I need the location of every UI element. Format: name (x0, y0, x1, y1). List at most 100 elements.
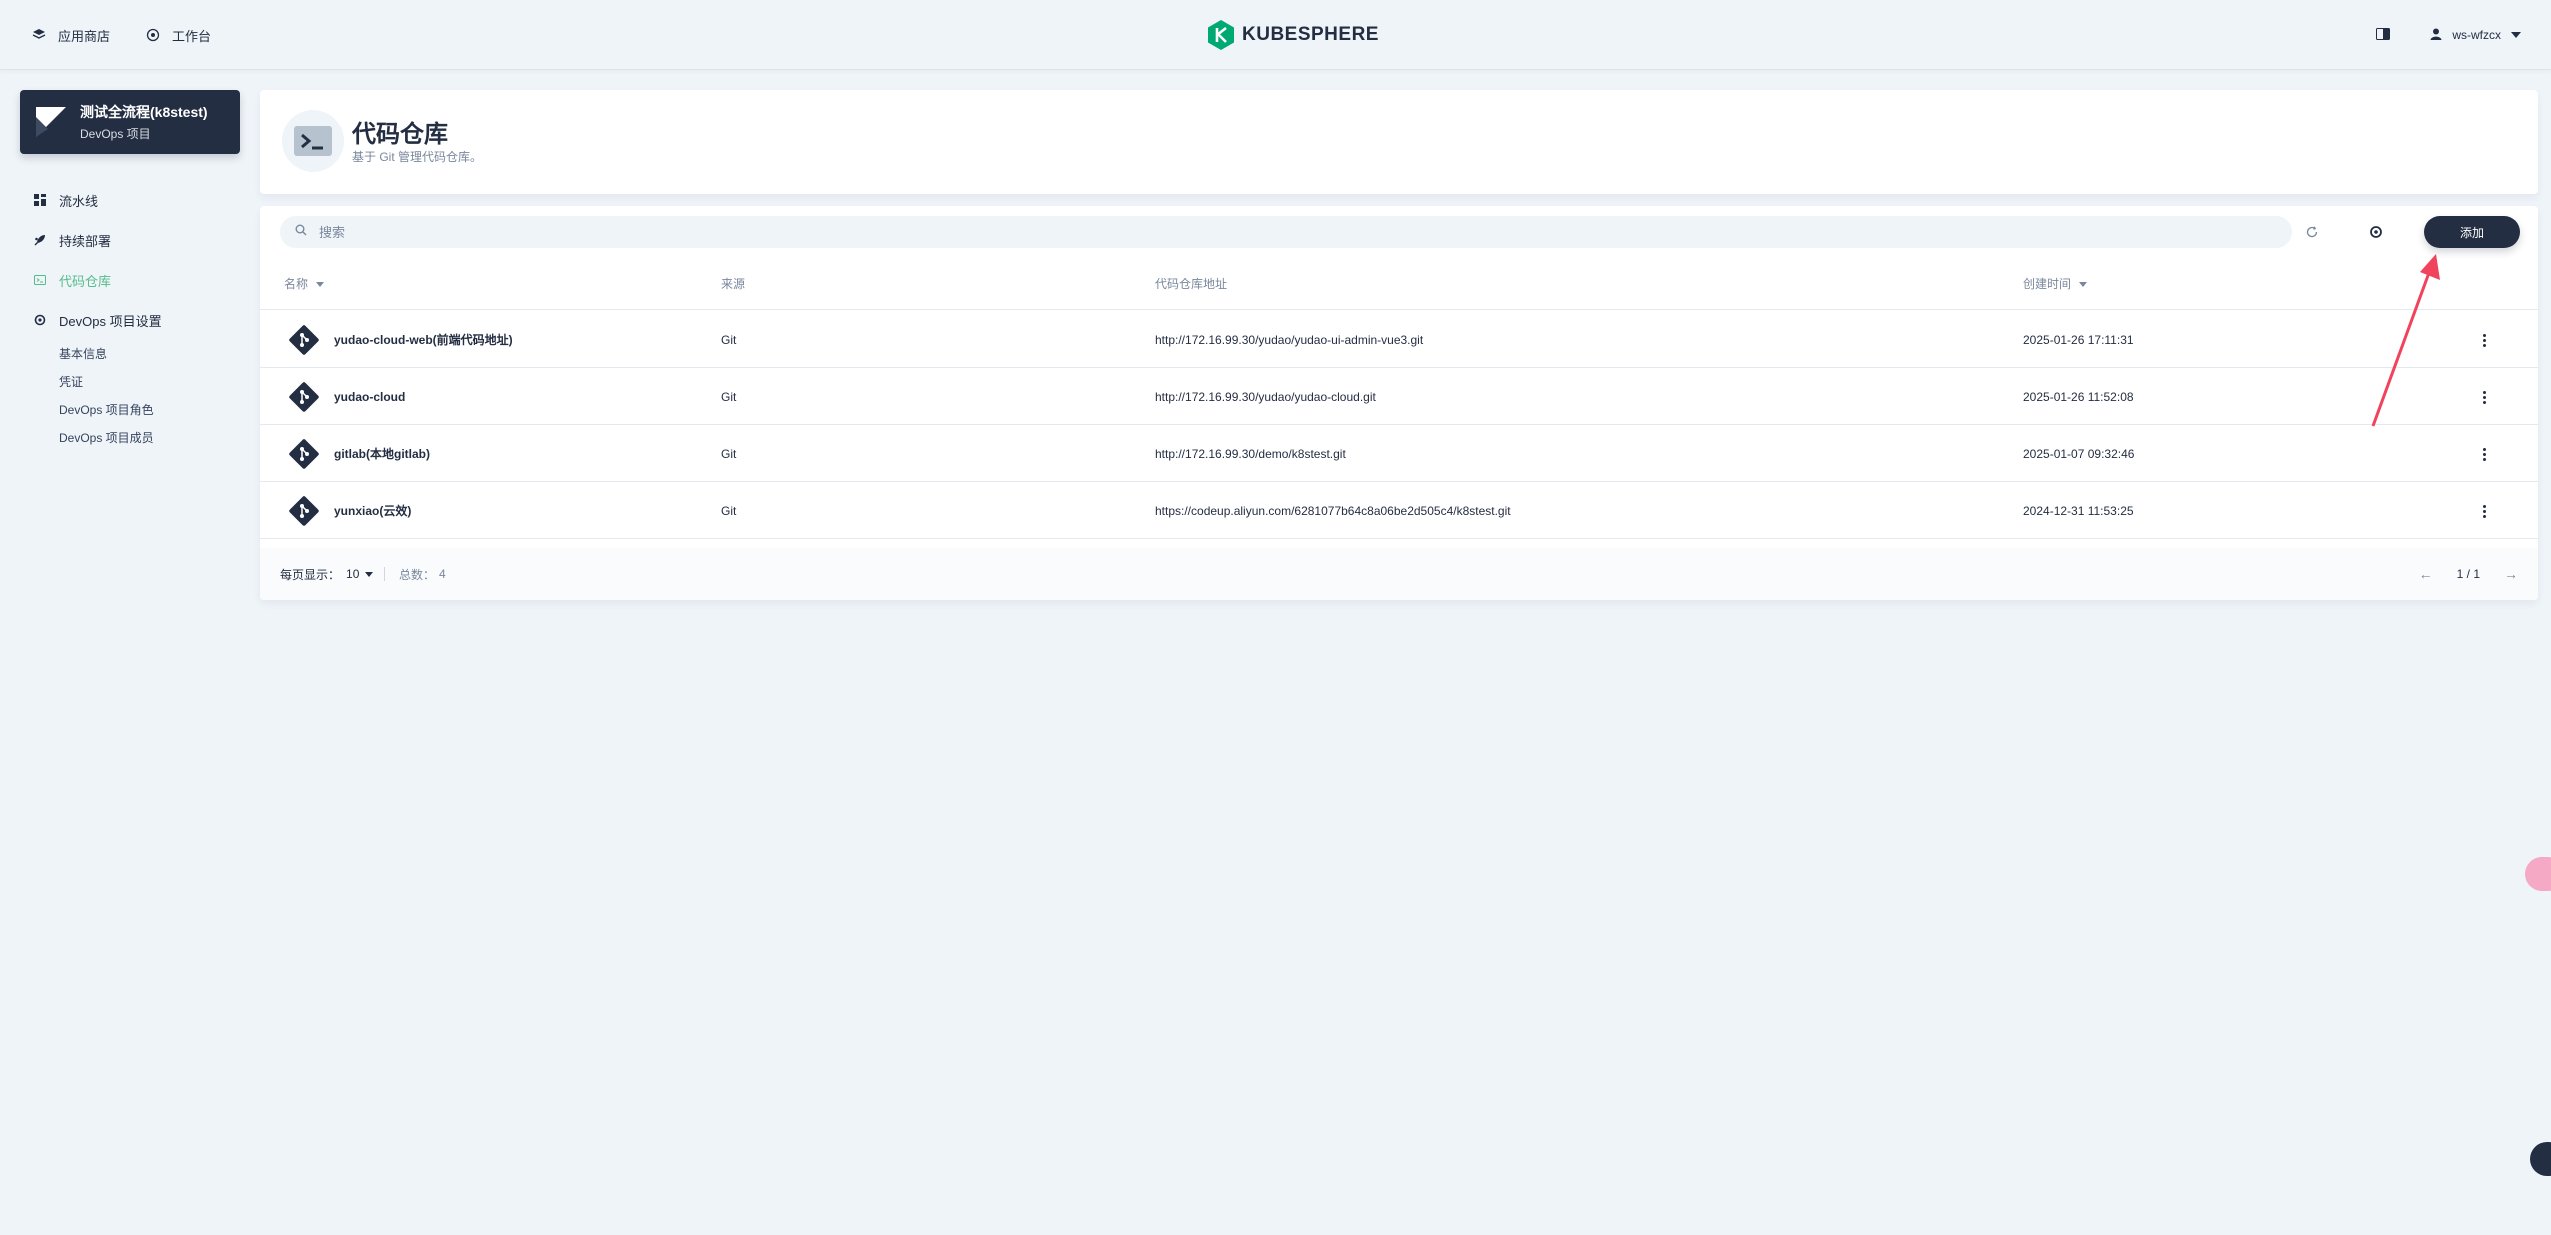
project-card[interactable]: 测试全流程(k8stest) DevOps 项目 (20, 90, 240, 154)
sidebar-subitem-basic-info[interactable]: 基本信息 (59, 340, 244, 368)
column-source: 来源 (721, 258, 745, 310)
page-header: 代码仓库 基于 Git 管理代码仓库。 (260, 90, 2538, 194)
total-count: 总数： 4 (384, 548, 446, 600)
project-subtitle: DevOps 项目 (80, 127, 151, 141)
top-nav: 应用商店 工作台 (32, 0, 211, 70)
column-url: 代码仓库地址 (1155, 258, 1227, 310)
more-actions-icon[interactable] (2474, 444, 2494, 464)
code-repo-icon (34, 274, 46, 286)
column-label: 代码仓库地址 (1155, 277, 1228, 291)
sidebar-item-devops-settings[interactable]: DevOps 项目设置 (34, 300, 244, 340)
top-nav-workbench-label: 工作台 (172, 28, 212, 44)
toggle-panel-icon[interactable] (2376, 27, 2391, 43)
repo-name-cell[interactable]: yudao-cloud (288, 368, 405, 425)
table-row[interactable]: yunxiao(云效) Git https://codeup.aliyun.co… (260, 482, 2538, 539)
repo-name: yudao-cloud-web(前端代码地址) (334, 333, 513, 347)
sidebar-item-code-repo[interactable]: 代码仓库 (34, 260, 244, 300)
table-row[interactable]: yudao-cloud Git http://172.16.99.30/yuda… (260, 368, 2538, 425)
terminal-icon (282, 110, 344, 172)
repo-source: Git (721, 446, 737, 461)
divider (384, 567, 385, 581)
top-header: 应用商店 工作台 KUBESPHERE ws-wfzcx (0, 0, 2551, 70)
sidebar-subitem-roles[interactable]: DevOps 项目角色 (59, 396, 244, 424)
git-icon (289, 324, 319, 355)
chevron-down-icon (2511, 32, 2521, 38)
sidebar-subitem-credentials[interactable]: 凭证 (59, 368, 244, 396)
refresh-button[interactable] (2296, 216, 2328, 248)
kubesphere-logo[interactable]: KUBESPHERE (1208, 20, 1379, 50)
floating-tool-button[interactable] (2530, 1142, 2551, 1176)
repo-name-cell[interactable]: yunxiao(云效) (288, 482, 411, 539)
page-description: 基于 Git 管理代码仓库。 (352, 150, 483, 164)
workbench-icon (146, 28, 160, 42)
top-nav-app-store-label: 应用商店 (58, 28, 111, 44)
column-label: 创建时间 (2023, 277, 2072, 291)
repo-created: 2024-12-31 11:53:25 (2023, 503, 2134, 518)
git-icon (289, 495, 319, 526)
sidebar-item-label: DevOps 项目设置 (59, 313, 162, 329)
project-title: 测试全流程(k8stest) (80, 104, 208, 120)
sidebar-item-continuous-deploy[interactable]: 持续部署 (34, 220, 244, 260)
sidebar: 流水线 持续部署 代码仓库 DevOps 项目设置 基本信息 凭证 DevOps… (34, 180, 244, 452)
top-nav-workbench[interactable]: 工作台 (146, 26, 211, 45)
repo-created: 2025-01-07 09:32:46 (2023, 446, 2135, 461)
repo-url: http://172.16.99.30/yudao/yudao-cloud.gi… (1155, 389, 1376, 404)
repo-name-cell[interactable]: gitlab(本地gitlab) (288, 425, 430, 482)
next-page-button[interactable]: → (2504, 566, 2518, 582)
add-button[interactable]: 添加 (2424, 216, 2520, 248)
column-name[interactable]: 名称 (284, 258, 325, 310)
total-value: 4 (439, 567, 446, 581)
sidebar-item-label: 流水线 (59, 193, 99, 209)
top-right-actions: ws-wfzcx (2376, 0, 2521, 70)
repo-table-card: 添加 名称 来源 代码仓库地址 创建时间 yudao-cloud-web(前端代… (260, 206, 2538, 600)
repo-name: gitlab(本地gitlab) (334, 447, 430, 461)
logo-text: KUBESPHERE (1242, 24, 1379, 45)
table-row[interactable]: yudao-cloud-web(前端代码地址) Git http://172.1… (260, 311, 2538, 368)
prev-page-button[interactable]: ← (2419, 566, 2433, 582)
sidebar-subitem-members[interactable]: DevOps 项目成员 (59, 424, 244, 452)
column-label: 名称 (284, 277, 309, 291)
more-actions-icon[interactable] (2474, 501, 2494, 521)
git-icon (289, 381, 319, 412)
sidebar-item-pipeline[interactable]: 流水线 (34, 180, 244, 220)
app-store-icon (32, 28, 46, 42)
sidebar-item-label: 持续部署 (59, 233, 112, 249)
repo-name: yudao-cloud (334, 389, 406, 404)
repo-created: 2025-01-26 17:11:31 (2023, 332, 2134, 347)
table-header: 名称 来源 代码仓库地址 创建时间 (260, 258, 2538, 310)
repo-name-cell[interactable]: yudao-cloud-web(前端代码地址) (288, 311, 513, 368)
search-icon (295, 223, 307, 241)
user-name: ws-wfzcx (2452, 28, 2501, 42)
floating-assistant-button[interactable] (2525, 857, 2551, 891)
settings-button[interactable] (2360, 216, 2392, 248)
gear-icon (34, 314, 46, 326)
repo-source: Git (721, 389, 737, 404)
user-menu[interactable]: ws-wfzcx (2430, 28, 2521, 43)
sort-caret-icon (2079, 281, 2088, 287)
search-box[interactable] (280, 216, 2292, 248)
table-footer: 每页显示： 10 总数： 4 ← 1 / 1 → (260, 548, 2538, 600)
gear-icon (2370, 226, 2382, 238)
repo-source: Git (721, 332, 737, 347)
repo-name: yunxiao(云效) (334, 504, 412, 518)
refresh-icon (2306, 226, 2318, 238)
column-created[interactable]: 创建时间 (2023, 258, 2088, 310)
table-row[interactable]: gitlab(本地gitlab) Git http://172.16.99.30… (260, 425, 2538, 482)
more-actions-icon[interactable] (2474, 387, 2494, 407)
top-nav-app-store[interactable]: 应用商店 (32, 26, 110, 45)
rocket-icon (34, 234, 46, 246)
git-icon (289, 438, 319, 469)
page-title: 代码仓库 (352, 121, 448, 148)
user-icon (2430, 28, 2442, 43)
project-logo-icon (36, 107, 66, 137)
repo-url: http://172.16.99.30/yudao/yudao-ui-admin… (1155, 332, 1424, 347)
per-page-label: 每页显示： (280, 567, 341, 582)
sidebar-item-label: 代码仓库 (59, 273, 112, 289)
more-actions-icon[interactable] (2474, 330, 2494, 350)
chevron-down-icon (365, 571, 374, 577)
table-toolbar: 添加 (260, 206, 2538, 258)
pipeline-icon (34, 194, 46, 206)
page-size-select[interactable]: 每页显示： 10 (280, 548, 374, 600)
kubesphere-logo-icon (1208, 20, 1234, 50)
search-input[interactable] (319, 224, 2219, 240)
